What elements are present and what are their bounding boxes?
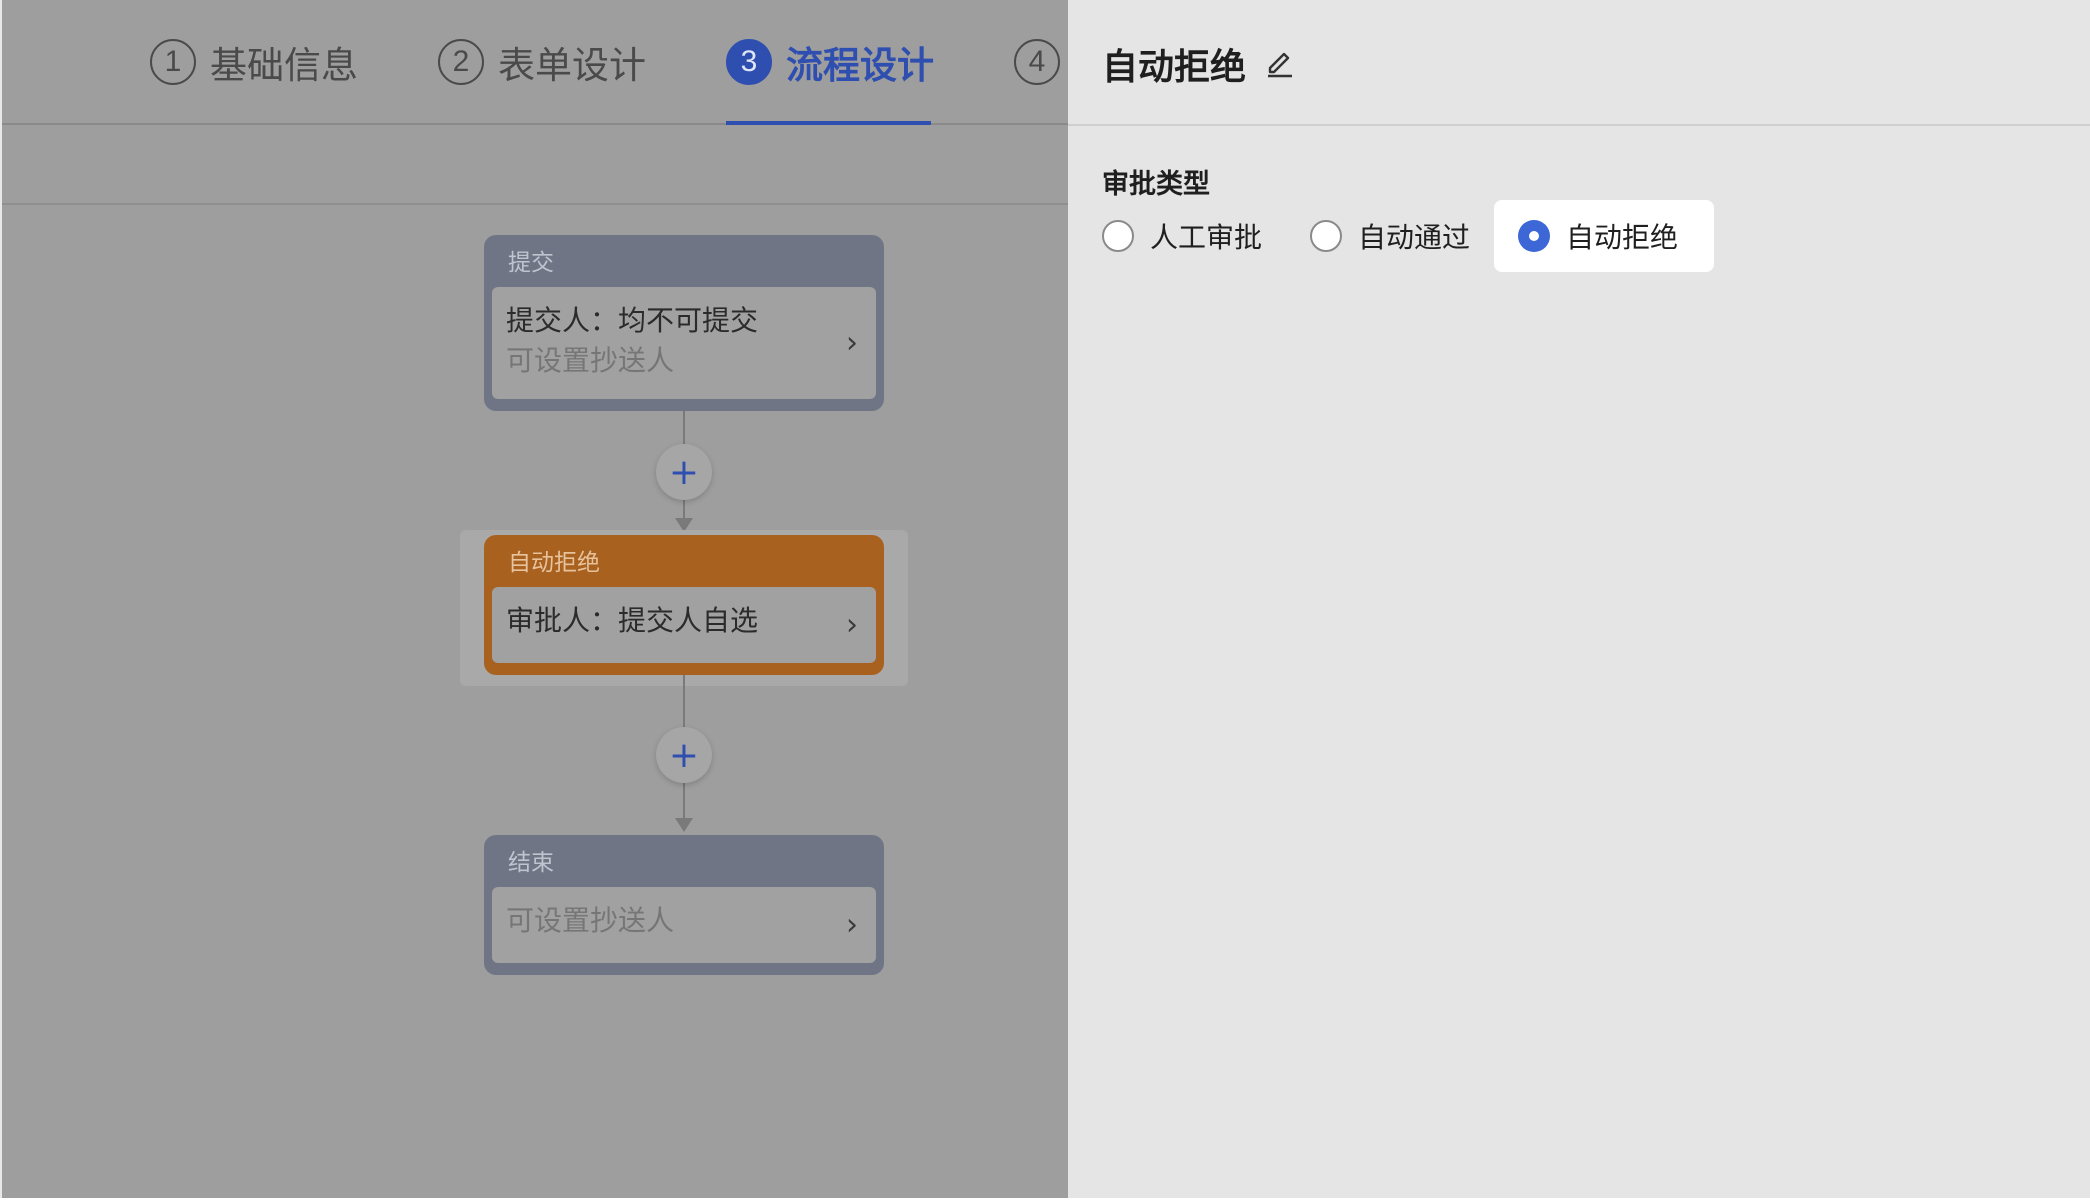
flow-node-auto-reject[interactable]: 自动拒绝 审批人：提交人自选 › bbox=[484, 535, 884, 675]
node-header: 提交 bbox=[508, 250, 554, 276]
add-node-button[interactable]: + bbox=[656, 444, 712, 500]
canvas-toolbar bbox=[2, 127, 1068, 205]
flow-node-end[interactable]: 结束 可设置抄送人 › bbox=[484, 835, 884, 975]
radio-auto-approve[interactable]: 自动通过 bbox=[1310, 200, 1470, 272]
step-label: 流程设计 bbox=[786, 44, 934, 87]
radio-circle-icon bbox=[1102, 220, 1134, 252]
step-4[interactable]: 4 bbox=[1014, 38, 1060, 86]
drawer-title: 自动拒绝 bbox=[1102, 47, 1247, 88]
node-cc-text: 可设置抄送人 bbox=[506, 344, 675, 377]
step-number: 4 bbox=[1014, 39, 1060, 85]
node-header: 自动拒绝 bbox=[508, 550, 600, 576]
radio-manual-approval[interactable]: 人工审批 bbox=[1102, 200, 1262, 272]
node-submitter-text: 提交人：均不可提交 bbox=[506, 304, 759, 337]
step-form-design[interactable]: 2 表单设计 bbox=[438, 38, 646, 87]
step-number: 2 bbox=[438, 39, 484, 85]
radio-circle-icon bbox=[1310, 220, 1342, 252]
workflow-canvas: 1 基础信息 2 表单设计 3 流程设计 4 提交 提交人：均不可提交 可设置抄… bbox=[0, 0, 1068, 1198]
step-number: 3 bbox=[726, 39, 772, 85]
step-number: 1 bbox=[150, 39, 196, 85]
drawer-header: 自动拒绝 bbox=[1068, 0, 2090, 126]
node-cc-text: 可设置抄送人 bbox=[506, 904, 675, 937]
node-approver-text: 审批人：提交人自选 bbox=[506, 604, 759, 637]
chevron-right-icon: › bbox=[846, 607, 858, 643]
step-flow-design[interactable]: 3 流程设计 bbox=[726, 38, 934, 87]
approval-type-radio-group: 人工审批 自动通过 自动拒绝 bbox=[1102, 200, 1802, 272]
node-body[interactable]: 提交人：均不可提交 可设置抄送人 › bbox=[492, 287, 876, 399]
edit-pencil-icon[interactable] bbox=[1262, 44, 1298, 80]
radio-label: 自动通过 bbox=[1358, 221, 1471, 254]
node-body[interactable]: 可设置抄送人 › bbox=[492, 887, 876, 963]
active-step-indicator bbox=[726, 121, 931, 125]
radio-label: 自动拒绝 bbox=[1566, 221, 1679, 254]
steps-nav: 1 基础信息 2 表单设计 3 流程设计 4 bbox=[2, 0, 1068, 125]
step-label: 基础信息 bbox=[210, 44, 358, 87]
add-node-button[interactable]: + bbox=[656, 727, 712, 783]
chevron-right-icon: › bbox=[846, 907, 858, 943]
step-basic-info[interactable]: 1 基础信息 bbox=[150, 38, 358, 87]
arrow-down-icon bbox=[675, 818, 693, 832]
node-settings-drawer: 自动拒绝 审批类型 人工审批 自动通过 自动拒绝 bbox=[1068, 0, 2090, 1198]
step-label: 表单设计 bbox=[498, 44, 646, 87]
radio-auto-reject[interactable]: 自动拒绝 bbox=[1494, 200, 1715, 272]
node-body[interactable]: 审批人：提交人自选 › bbox=[492, 587, 876, 663]
flow-node-submit[interactable]: 提交 提交人：均不可提交 可设置抄送人 › bbox=[484, 235, 884, 411]
radio-label: 人工审批 bbox=[1150, 221, 1263, 254]
node-header: 结束 bbox=[508, 850, 554, 876]
approval-type-label: 审批类型 bbox=[1102, 169, 1210, 200]
chevron-right-icon: › bbox=[846, 325, 858, 361]
radio-selected-icon bbox=[1518, 220, 1550, 252]
app-window: 1 基础信息 2 表单设计 3 流程设计 4 提交 提交人：均不可提交 可设置抄… bbox=[0, 0, 2090, 1200]
